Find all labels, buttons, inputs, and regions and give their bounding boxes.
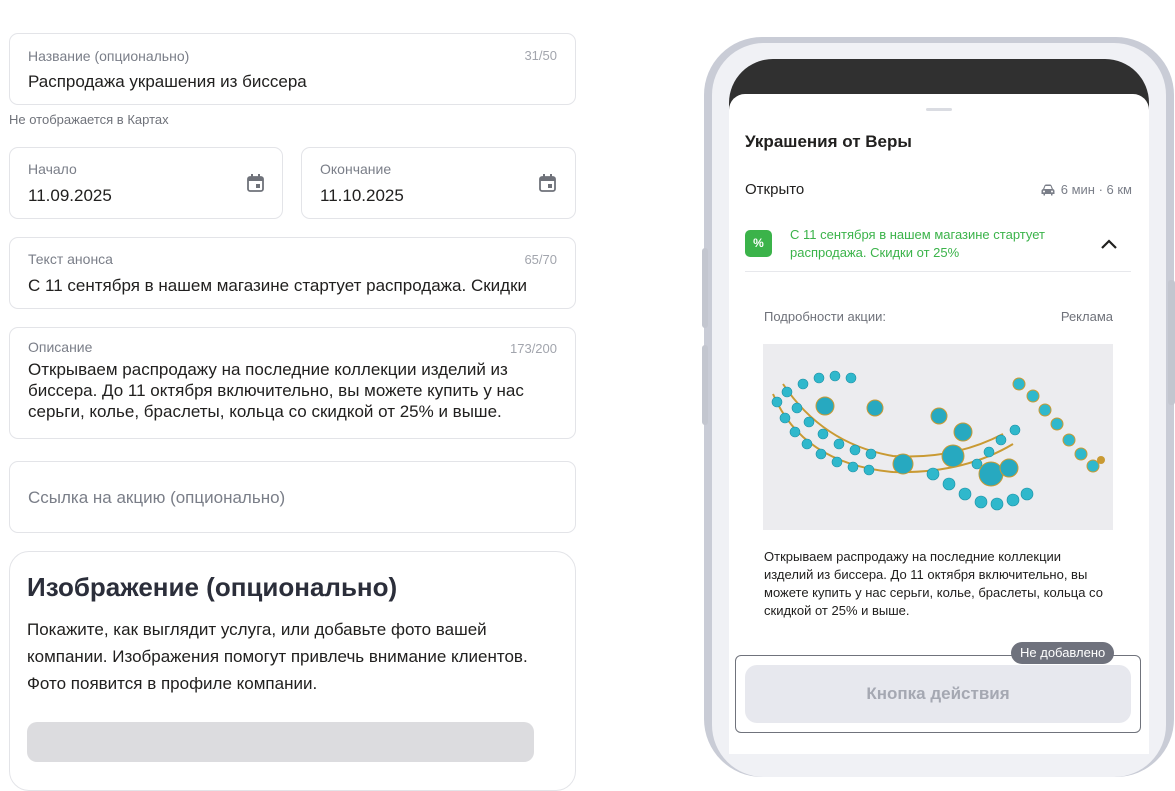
car-icon — [1041, 184, 1055, 195]
image-upload-area[interactable] — [27, 722, 534, 762]
end-date-label: Окончание — [320, 161, 392, 177]
necklace-photo — [763, 344, 1113, 530]
promo-link-placeholder[interactable]: Ссылка на акцию (опционально) — [28, 488, 285, 508]
description-line-2[interactable]: биссера. До 11 октября включительно, вы … — [28, 381, 524, 401]
sheet-grabber[interactable] — [926, 108, 952, 111]
promo-link-field[interactable]: Ссылка на акцию (опционально) — [9, 461, 576, 533]
description-field[interactable]: Описание 173/200 Открываем распродажу на… — [9, 327, 576, 439]
promo-text: С 11 сентября в нашем магазине стартует … — [790, 227, 1045, 260]
name-field[interactable]: Название (опционально) 31/50 Распродажа … — [9, 33, 576, 105]
announce-field[interactable]: Текст анонса 65/70 С 11 сентября в нашем… — [9, 237, 576, 309]
name-field-counter: 31/50 — [524, 48, 557, 63]
phone-side-button — [1168, 280, 1175, 405]
promo-row[interactable]: % С 11 сентября в нашем магазине стартуе… — [745, 222, 1131, 272]
route-info[interactable]: 6 мин · 6 км — [1041, 182, 1132, 197]
image-section-text: Покажите, как выглядит услуга, или добав… — [27, 620, 528, 693]
name-field-value[interactable]: Распродажа украшения из биссера — [28, 72, 307, 92]
description-line-3[interactable]: серьги, колье, браслеты, кольца со скидк… — [28, 402, 502, 422]
announce-field-counter: 65/70 — [524, 252, 557, 267]
open-status: Открыто — [745, 181, 805, 198]
chevron-up-icon[interactable] — [1101, 236, 1117, 252]
name-field-hint: Не отображается в Картах — [9, 112, 169, 127]
announce-field-value[interactable]: С 11 сентября в нашем магазине стартует … — [28, 276, 563, 296]
image-section: Изображение (опционально) Покажите, как … — [9, 551, 576, 791]
calendar-icon[interactable] — [539, 174, 556, 192]
start-date-value[interactable]: 11.09.2025 — [28, 186, 112, 206]
start-date-field[interactable]: Начало 11.09.2025 — [9, 147, 283, 219]
phone-side-button — [702, 345, 708, 425]
discount-badge-icon: % — [745, 230, 772, 257]
name-field-label: Название (опционально) — [28, 48, 190, 64]
description-field-label: Описание — [28, 339, 93, 355]
promo-details-label: Подробности акции: — [764, 309, 887, 324]
ad-label: Реклама — [1060, 309, 1113, 324]
end-date-value[interactable]: 11.10.2025 — [320, 186, 404, 206]
calendar-icon[interactable] — [247, 174, 264, 192]
promo-description: Открываем распродажу на последние коллек… — [764, 549, 1103, 618]
image-section-title: Изображение (опционально) — [27, 572, 398, 602]
not-added-badge: Не добавлено — [1011, 642, 1115, 664]
promo-image — [763, 344, 1113, 530]
route-text: 6 мин · 6 км — [1060, 182, 1132, 197]
end-date-field[interactable]: Окончание 11.10.2025 — [301, 147, 576, 219]
action-button[interactable]: Кнопка действия — [745, 665, 1131, 723]
description-field-counter: 173/200 — [510, 341, 557, 356]
org-name[interactable]: Украшения от Веры — [745, 132, 912, 152]
description-line-1[interactable]: Открываем распродажу на последние коллек… — [28, 360, 508, 380]
announce-field-label: Текст анонса — [28, 251, 113, 267]
phone-side-button — [702, 248, 708, 328]
action-button-container: Кнопка действия — [735, 655, 1141, 733]
start-date-label: Начало — [28, 161, 77, 177]
